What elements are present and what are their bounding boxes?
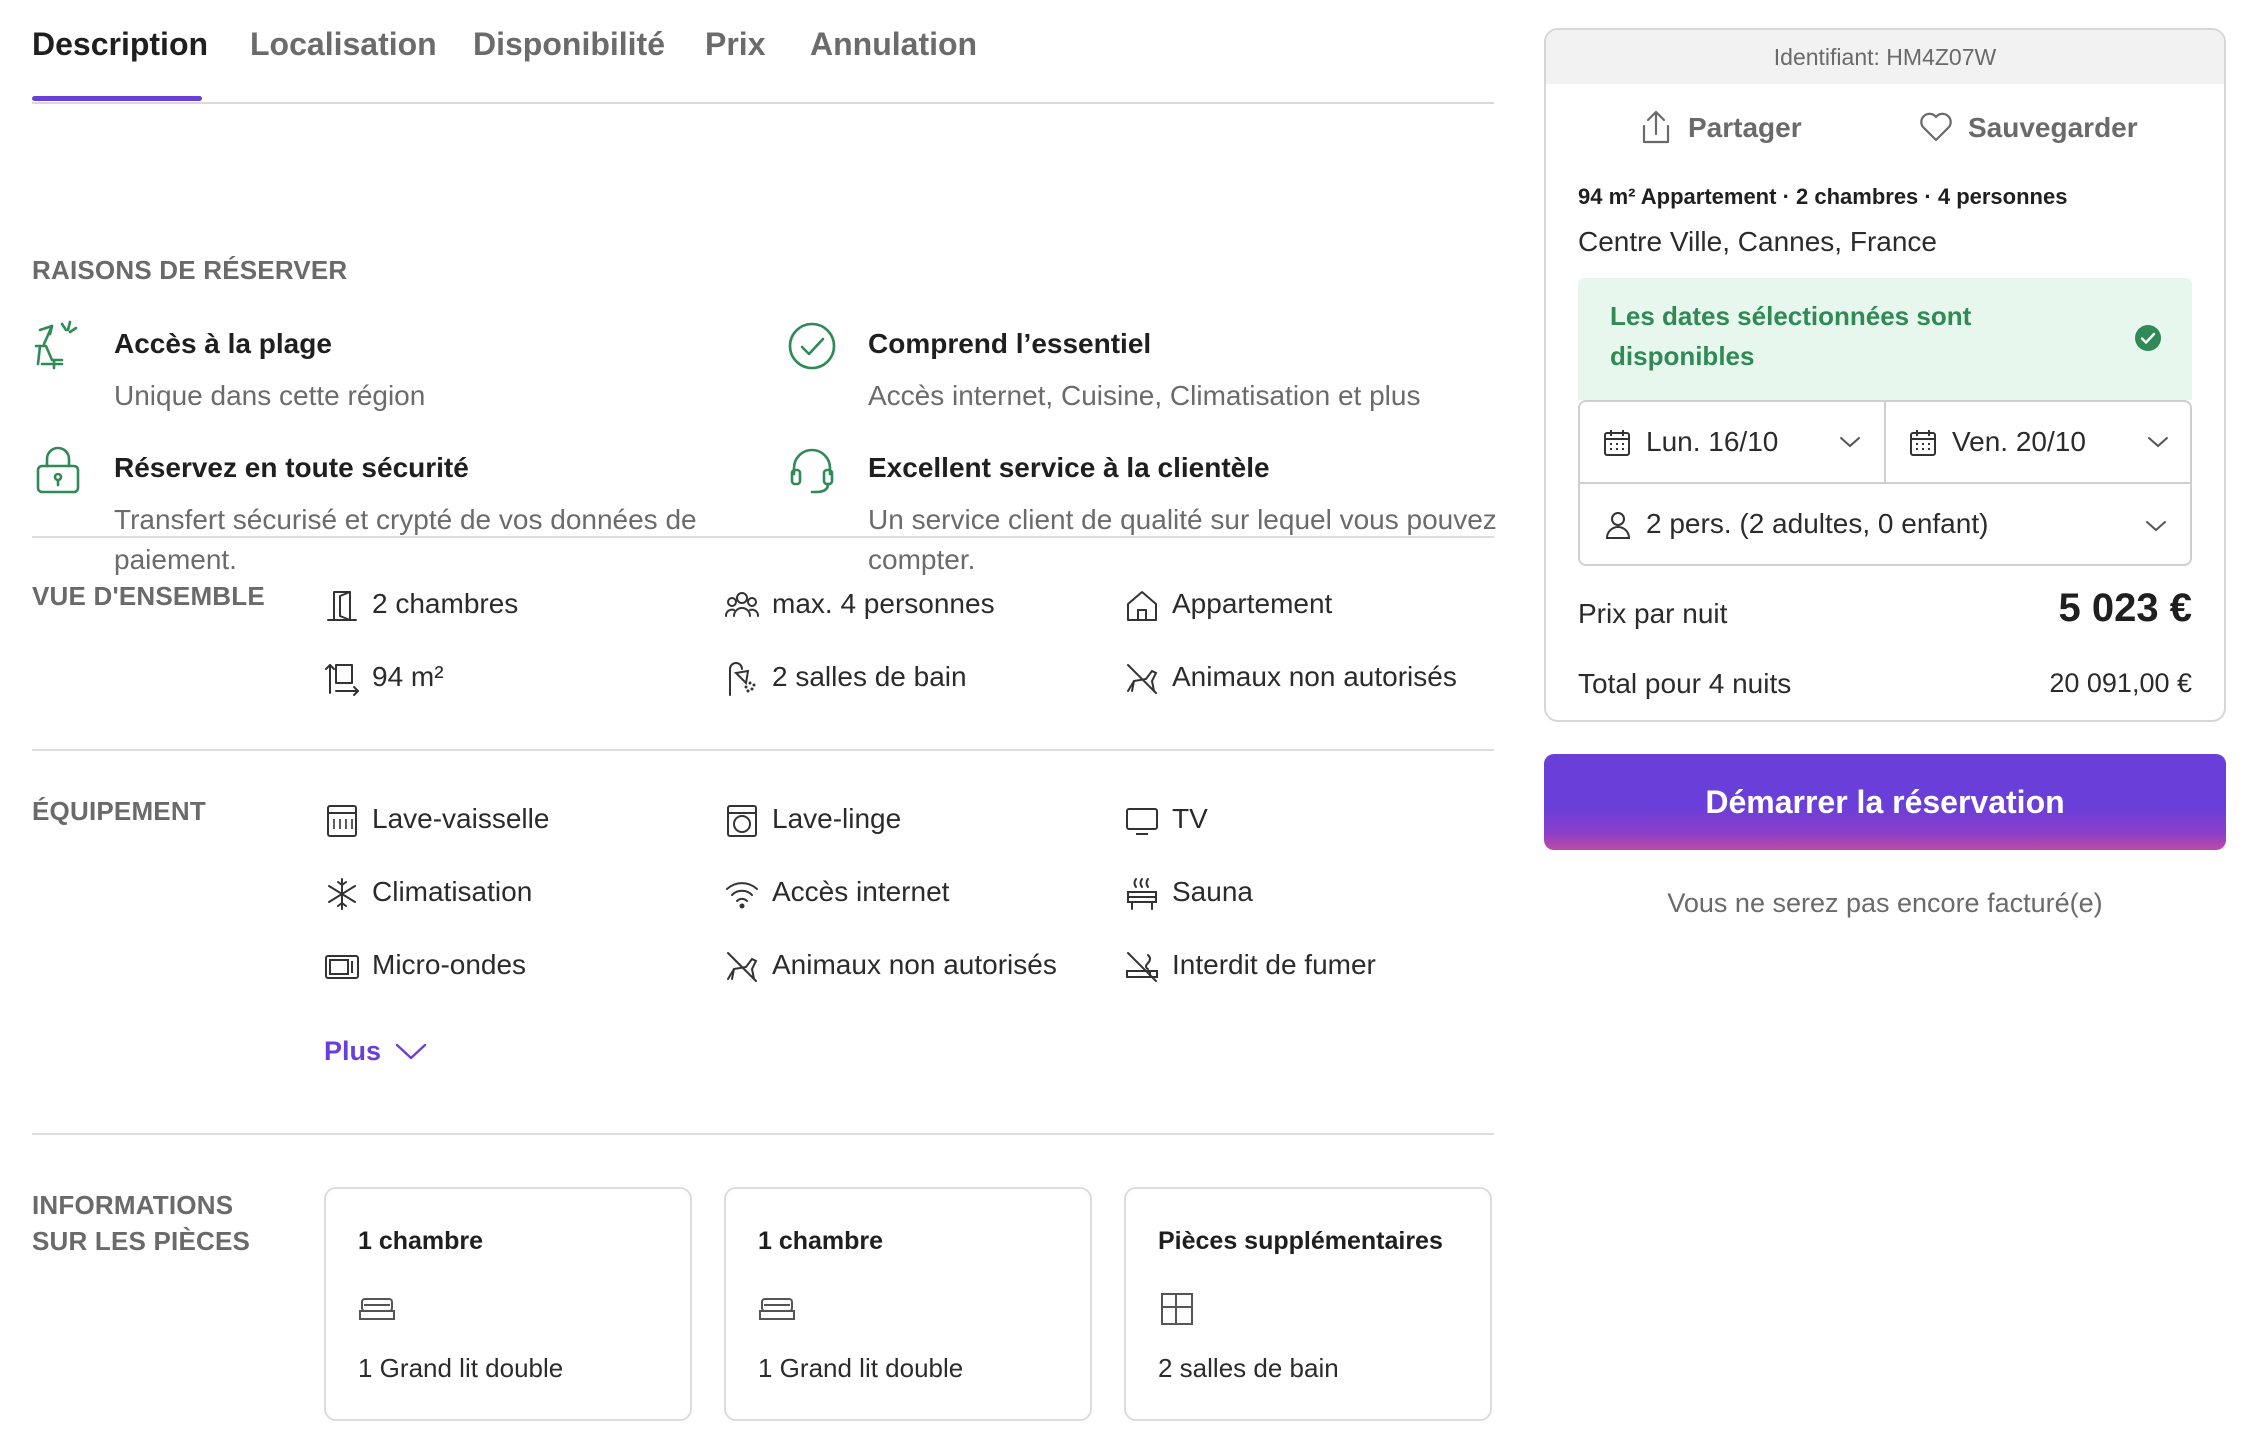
checkout-date-select[interactable]: Ven. 20/10 (1886, 402, 2192, 484)
heart-icon (1920, 112, 1952, 142)
chevron-down-icon (2146, 434, 2170, 455)
tab-description[interactable]: Description (32, 26, 208, 63)
reason-title: Excellent service à la clientèle (868, 452, 1270, 483)
listing-details: Description Localisation Disponibilité P… (32, 0, 1497, 1431)
overview-section: VUE D'ENSEMBLE 2 chambres max. 4 personn… (32, 538, 1494, 751)
room-title: Pièces supplémentaires (1158, 1227, 1443, 1255)
room-card: 1 chambre 1 Grand lit double (724, 1187, 1092, 1421)
room-title: 1 chambre (758, 1227, 884, 1255)
dishwasher-icon (324, 803, 360, 839)
washing-machine-icon (724, 803, 760, 839)
reasons-section: RAISONS DE RÉSERVER Accès à la plage Uni… (32, 104, 1497, 575)
shower-icon (724, 661, 760, 697)
user-icon (1604, 510, 1632, 545)
tab-bar: Description Localisation Disponibilité P… (32, 0, 1494, 104)
rooms-section: INFORMATIONS SUR LES PIÈCES 1 chambre 1 … (32, 1135, 1494, 1431)
tab-annulation[interactable]: Annulation (810, 26, 977, 63)
reason-title: Réservez en toute sécurité (114, 452, 469, 483)
room-description: 1 Grand lit double (358, 1353, 564, 1383)
tab-localisation[interactable]: Localisation (250, 26, 437, 63)
bed-icon (758, 1293, 796, 1325)
booking-card: Identifiant: HM4Z07W Partager Sauvegarde… (1544, 28, 2226, 722)
reason-title: Comprend l’essentiel (868, 328, 1152, 359)
reason-description: Accès internet, Cuisine, Climatisation e… (868, 380, 1421, 411)
availability-text: Les dates sélectionnées sont disponibles (1610, 301, 1972, 371)
price-per-night-value: 5 023 € (2058, 586, 2192, 630)
chevron-down-icon (1838, 434, 1862, 455)
listing-identifier: Identifiant: HM4Z07W (1546, 30, 2224, 84)
snowflake-icon (324, 876, 360, 912)
reasons-title: RAISONS DE RÉSERVER (32, 255, 348, 285)
check-circle-icon (786, 320, 838, 372)
area-icon (324, 661, 360, 697)
total-value: 20 091,00 € (2049, 668, 2192, 698)
price-per-night-label: Prix par nuit (1578, 598, 1728, 629)
calendar-icon (1908, 428, 1938, 463)
beach-icon (32, 320, 84, 372)
availability-banner: Les dates sélectionnées sont disponibles (1578, 278, 2192, 400)
date-row: Lun. 16/10 Ven. 20/10 (1580, 402, 2190, 484)
reason-title: Accès à la plage (114, 328, 332, 359)
listing-location: Centre Ville, Cannes, France (1578, 226, 1937, 257)
listing-summary: 94 m² Appartement · 2 chambres · 4 perso… (1578, 184, 2068, 209)
rooms-title: INFORMATIONS SUR LES PIÈCES (32, 1190, 251, 1256)
calendar-icon (1602, 428, 1632, 463)
room-description: 2 salles de bain (1158, 1353, 1339, 1383)
equipment-title: ÉQUIPEMENT (32, 796, 206, 826)
floorplan-icon (1158, 1293, 1196, 1325)
no-pets-icon (1124, 661, 1160, 697)
room-card: Pièces supplémentaires 2 salles de bain (1124, 1187, 1492, 1421)
tv-icon (1124, 803, 1160, 839)
start-booking-button[interactable]: Démarrer la réservation (1544, 754, 2226, 850)
total-label: Total pour 4 nuits (1578, 668, 1792, 699)
room-title: 1 chambre (358, 1227, 484, 1255)
overview-title: VUE D'ENSEMBLE (32, 581, 265, 611)
share-icon (1642, 110, 1670, 144)
no-pets-icon (724, 949, 760, 985)
headset-icon (786, 444, 838, 496)
room-card: 1 chambre 1 Grand lit double (324, 1187, 692, 1421)
booking-picker: Lun. 16/10 Ven. 20/10 2 pers. (2 adultes… (1578, 400, 2192, 566)
chevron-down-icon (2144, 518, 2168, 539)
billing-note: Vous ne serez pas encore facturé(e) (1667, 888, 2103, 918)
checkin-date-select[interactable]: Lun. 16/10 (1580, 402, 1886, 484)
microwave-icon (324, 949, 360, 985)
tab-disponibilite[interactable]: Disponibilité (473, 26, 665, 63)
door-icon (324, 588, 360, 624)
active-tab-indicator (32, 96, 202, 101)
room-description: 1 Grand lit double (758, 1353, 964, 1383)
guests-select[interactable]: 2 pers. (2 adultes, 0 enfant) (1580, 486, 2190, 566)
sauna-icon (1124, 876, 1160, 912)
lock-icon (32, 444, 84, 496)
tab-prix[interactable]: Prix (705, 26, 765, 63)
wifi-icon (724, 876, 760, 912)
equipment-section: ÉQUIPEMENT Lave-vaisselle Lave-linge TV … (32, 751, 1494, 1135)
house-icon (1124, 588, 1160, 624)
show-more-button[interactable]: Plus (324, 1036, 427, 1067)
no-smoking-icon (1124, 949, 1160, 985)
people-icon (724, 588, 760, 624)
bed-icon (358, 1293, 396, 1325)
chevron-down-icon (395, 1043, 427, 1060)
reason-description: Unique dans cette région (114, 380, 426, 411)
check-circle-icon (2134, 324, 2162, 357)
